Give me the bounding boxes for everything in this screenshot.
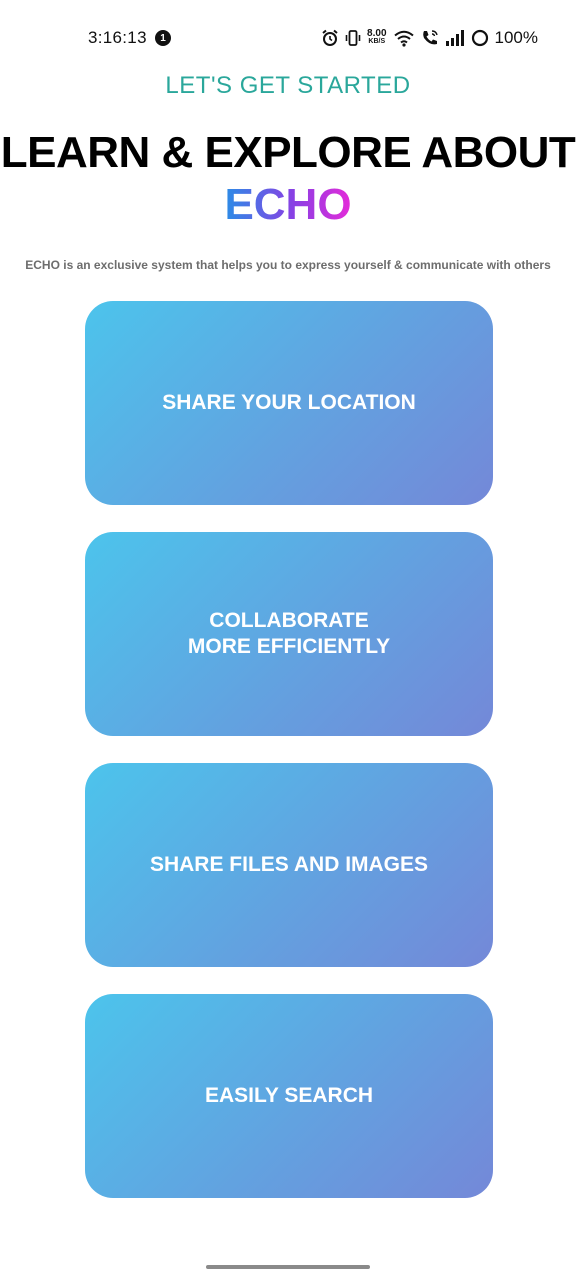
battery-percent: 100% bbox=[494, 28, 538, 47]
card-label: SHARE FILES AND IMAGES bbox=[150, 852, 428, 878]
network-speed: 8.00 KB/S bbox=[367, 28, 387, 46]
page-title: LEARN & EXPLORE ABOUT bbox=[0, 128, 576, 177]
notification-badge: 1 bbox=[155, 30, 171, 46]
signal-icon bbox=[445, 30, 465, 46]
card-label-line: SHARE FILES AND IMAGES bbox=[149, 853, 429, 876]
wifi-icon bbox=[393, 29, 415, 47]
card-label-line: MORE EFFICIENTLY bbox=[187, 635, 391, 658]
page-subtitle: ECHO is an exclusive system that helps y… bbox=[25, 258, 551, 272]
card-label: SHARE YOUR LOCATION bbox=[162, 390, 416, 416]
card-label-line: SHARE YOUR LOCATION bbox=[162, 391, 416, 414]
vibrate-icon bbox=[345, 29, 361, 47]
brand-text: ECHO bbox=[224, 180, 352, 229]
battery-icon bbox=[471, 29, 489, 47]
status-icons: 8.00 KB/S 100% bbox=[321, 27, 538, 49]
card-label: EASILY SEARCH bbox=[205, 1083, 373, 1109]
card-label-line: COLLABORATE bbox=[209, 609, 369, 632]
easily-search-card[interactable]: EASILY SEARCH bbox=[85, 994, 493, 1198]
card-label: COLLABORATE MORE EFFICIENTLY bbox=[188, 608, 390, 660]
brand-name: ECHO bbox=[0, 180, 576, 230]
wifi-calling-icon bbox=[421, 29, 439, 47]
collaborate-card[interactable]: COLLABORATE MORE EFFICIENTLY bbox=[85, 532, 493, 736]
share-location-card[interactable]: SHARE YOUR LOCATION bbox=[85, 301, 493, 505]
kicker-text: LET'S GET STARTED bbox=[165, 72, 411, 99]
network-speed-unit: KB/S bbox=[368, 38, 386, 45]
card-label-line: EASILY SEARCH bbox=[204, 1084, 374, 1107]
status-time: 3:16:13 bbox=[88, 28, 147, 47]
network-speed-value: 8.00 bbox=[367, 28, 387, 39]
screen: 3:16:13 1 8.00 KB/S 100% LET'S GET START… bbox=[0, 0, 576, 1280]
status-bar: 3:16:13 1 8.00 KB/S 100% bbox=[0, 0, 576, 76]
home-indicator[interactable] bbox=[206, 1265, 370, 1269]
alarm-icon bbox=[321, 29, 339, 47]
share-files-card[interactable]: SHARE FILES AND IMAGES bbox=[85, 763, 493, 967]
